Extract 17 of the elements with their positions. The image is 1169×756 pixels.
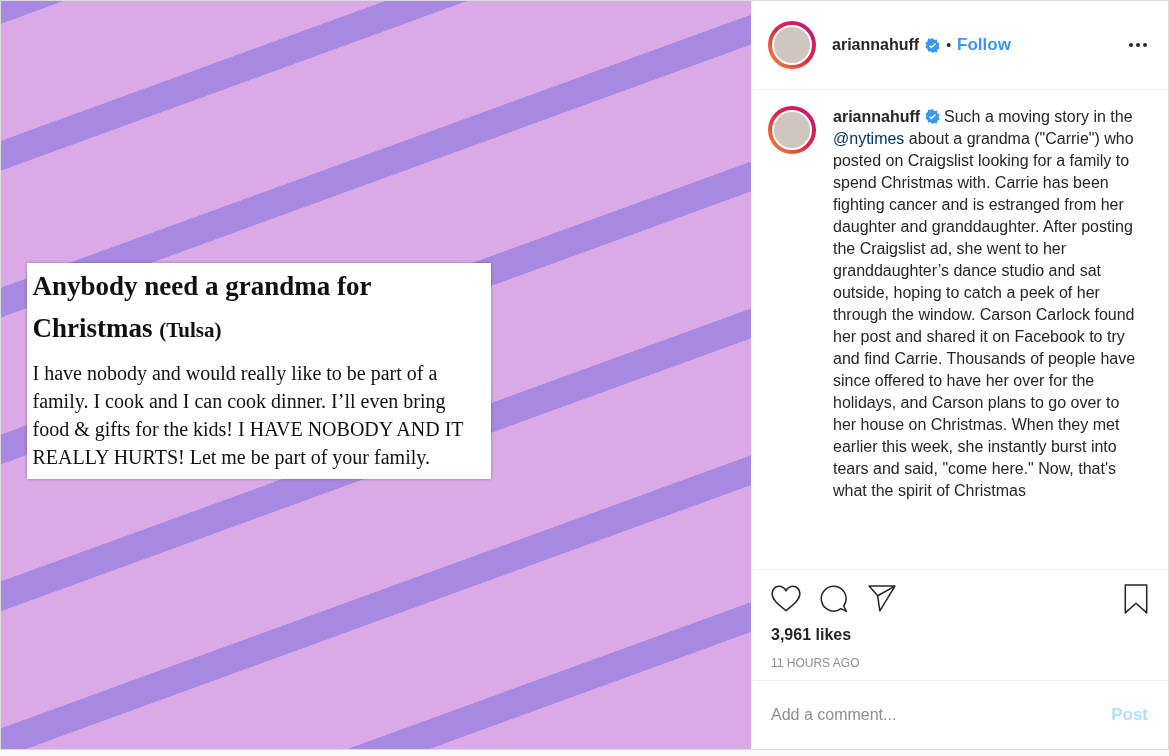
avatar[interactable] <box>768 21 816 69</box>
bookmark-icon[interactable] <box>1124 584 1148 614</box>
comment-input[interactable]: Add a comment... <box>771 706 1112 724</box>
comment-icon[interactable] <box>819 585 849 613</box>
separator-dot: • <box>946 37 952 53</box>
ad-title: Anybody need a grandma for Christmas (Tulsa) <box>32 270 373 345</box>
likes-count[interactable]: 3,961 likes <box>771 626 1148 644</box>
avatar[interactable] <box>768 106 816 154</box>
heart-icon[interactable] <box>771 585 801 613</box>
post-time: 11 HOURS AGO <box>771 656 861 670</box>
mention-link[interactable]: @nytimes <box>833 130 905 147</box>
username-link[interactable]: ariannahuff <box>832 36 920 54</box>
share-icon[interactable] <box>867 585 897 613</box>
caption-text: ariannahuff Such a moving story in the @nytimes about a grandma ("Carrie") who posted on Craigslist looking for a family to spend Christmas with. Carrie has been fighting cancer and is estranged from her daughter and granddaughter. After posting the Craigslist ad, she went to her granddaughter’s dance studio and sat outside, hoping to catch a peek of her through the window. Carson Carlock found her post and shared it on Facebook to try and find Carrie. Thousands of people have since offered to have her over for the holidays, and Carson plans to go over to her house on Christmas. When they met earlier this week, she instantly burst into tears and said, "come here." Now, that's what the spirit of Christmas <box>833 107 1137 501</box>
username-link[interactable]: ariannahuff <box>833 108 921 125</box>
ad-body-text: I have nobody and would really like to be part of a family. I cook and I can cook dinner. I’ll even bring food & gifts for the kids! I HAVE NOBODY AND IT REALLY HURTS! Let me be part of your family. <box>32 361 465 471</box>
more-options-icon[interactable] <box>1128 42 1148 48</box>
